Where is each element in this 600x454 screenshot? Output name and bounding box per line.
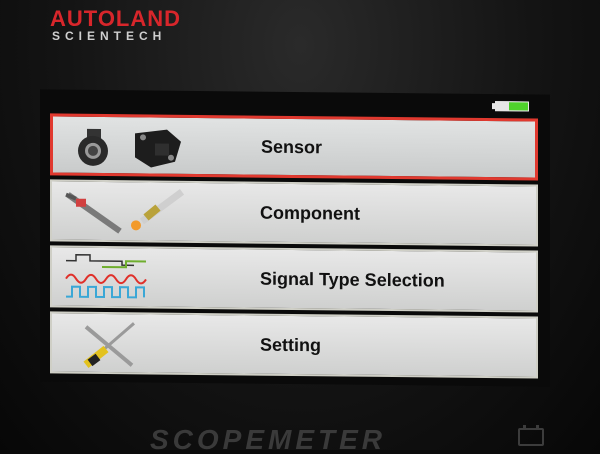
menu-item-signal-type-selection[interactable]: Signal Type Selection	[50, 245, 538, 313]
device-frame: AUTOLAND SCIENTECH Sensor Component Sign…	[0, 0, 600, 454]
menu-label-setting: Setting	[260, 334, 321, 355]
brand-tagline: SCIENTECH	[52, 29, 167, 43]
menu-label-signal-type-selection: Signal Type Selection	[260, 268, 445, 291]
screen: Sensor Component Signal Type Selection S…	[40, 89, 550, 387]
menu-label-sensor: Sensor	[261, 136, 323, 157]
sensor-icon	[53, 115, 203, 175]
menu-item-sensor[interactable]: Sensor	[50, 113, 538, 181]
bezel-battery-icon	[518, 425, 544, 446]
menu-item-setting[interactable]: Setting	[50, 311, 538, 379]
waveform-icon	[52, 247, 202, 307]
tools-icon	[52, 313, 202, 373]
main-menu: Sensor Component Signal Type Selection S…	[50, 113, 538, 382]
menu-label-component: Component	[260, 202, 360, 224]
component-icon	[52, 181, 202, 241]
battery-icon	[492, 100, 532, 112]
menu-item-component[interactable]: Component	[50, 179, 538, 247]
battery-level	[508, 102, 528, 111]
